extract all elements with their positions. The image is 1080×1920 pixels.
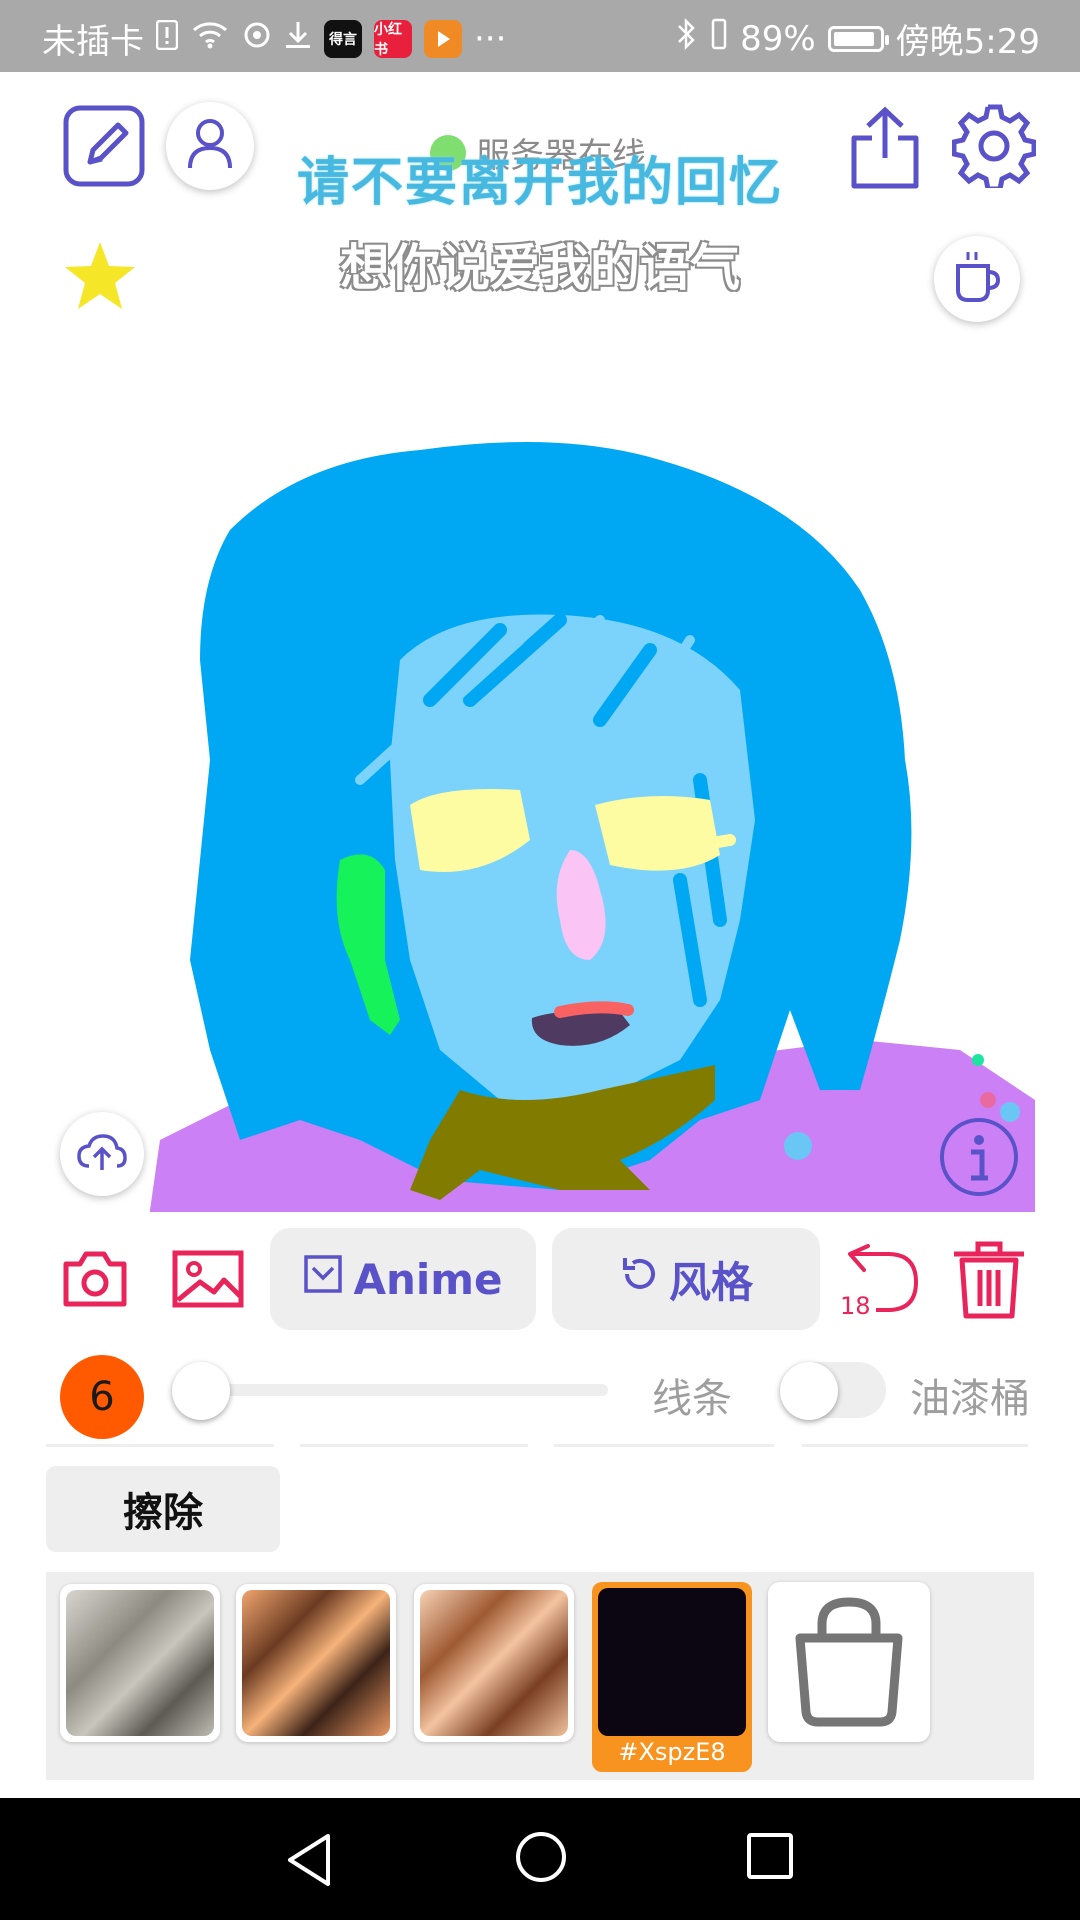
upload-button[interactable] <box>60 1112 144 1196</box>
sim-alert-icon <box>155 19 179 59</box>
undo-button[interactable]: 18 <box>840 1240 920 1320</box>
tab-indicator-1 <box>46 1444 274 1447</box>
erase-button[interactable]: 擦除 <box>46 1466 280 1552</box>
style-thumbnail-1[interactable] <box>60 1584 220 1742</box>
status-left: 未插卡 得言 小红书 ··· <box>42 14 506 63</box>
selected-style-preview <box>598 1588 746 1736</box>
navigation-bar <box>0 1798 1080 1920</box>
style-thumbnail-3[interactable] <box>414 1584 574 1742</box>
tab-indicator-3 <box>554 1444 774 1447</box>
back-icon[interactable] <box>282 1830 336 1890</box>
status-bar: 未插卡 得言 小红书 ··· 89% 傍晚5:29 <box>0 0 1080 72</box>
style-thumbnail-selected[interactable]: #XspzE8 <box>592 1582 752 1772</box>
info-icon[interactable] <box>938 1116 1020 1198</box>
image-icon[interactable] <box>172 1250 244 1308</box>
drawing-canvas[interactable] <box>0 400 1080 1212</box>
coffee-icon <box>952 250 1002 308</box>
undo-count: 18 <box>840 1292 871 1320</box>
battery-percent: 89% <box>740 18 816 59</box>
style-thumbnail-2[interactable] <box>236 1584 396 1742</box>
download-icon <box>284 19 312 59</box>
paint-bucket-toggle-knob[interactable] <box>780 1362 838 1420</box>
coffee-button[interactable] <box>934 236 1020 322</box>
app-badge-video-icon <box>424 19 462 58</box>
checkbox-icon <box>303 1254 343 1304</box>
app-badge-xiaohongshu: 小红书 <box>374 19 412 58</box>
refresh-icon <box>619 1254 659 1304</box>
brush-size-indicator: 6 <box>60 1355 144 1439</box>
clock: 傍晚5:29 <box>895 22 1040 62</box>
recents-icon[interactable] <box>746 1832 794 1880</box>
line-mode-label: 线条 <box>652 1376 732 1422</box>
home-icon[interactable] <box>514 1830 568 1884</box>
style-button[interactable]: 风格 <box>552 1228 820 1330</box>
star-icon[interactable] <box>62 238 138 314</box>
battery-icon <box>827 25 889 52</box>
cloud-upload-icon <box>77 1132 127 1176</box>
app-badge-deyan: 得言 <box>324 19 362 58</box>
status-right: 89% 傍晚5:29 <box>676 14 1040 63</box>
more-notifications: ··· <box>474 18 507 59</box>
anime-label: Anime <box>353 1254 503 1304</box>
shopping-bag-icon <box>795 1597 903 1727</box>
anime-button[interactable]: Anime <box>270 1228 536 1330</box>
wifi-icon <box>190 18 230 59</box>
hotspot-icon <box>242 19 272 59</box>
carrier-text: 未插卡 <box>42 22 144 62</box>
share-icon[interactable] <box>848 106 922 192</box>
paint-bucket-label: 油漆桶 <box>910 1376 1030 1422</box>
bluetooth-icon <box>676 17 698 60</box>
selected-style-label: #XspzE8 <box>618 1738 726 1766</box>
vibrate-icon <box>710 18 728 59</box>
tab-indicator-2 <box>300 1444 528 1447</box>
trash-icon[interactable] <box>950 1240 1028 1320</box>
brush-size-slider-handle[interactable] <box>172 1362 230 1420</box>
gear-icon[interactable] <box>952 104 1036 188</box>
camera-icon[interactable] <box>62 1250 128 1308</box>
shop-button[interactable] <box>768 1582 930 1742</box>
tab-indicator-4 <box>802 1444 1028 1447</box>
lyric-line-2: 想你说爱我的语气 <box>340 239 740 297</box>
brush-size-slider-track[interactable] <box>180 1384 608 1396</box>
style-label: 风格 <box>668 1257 753 1307</box>
